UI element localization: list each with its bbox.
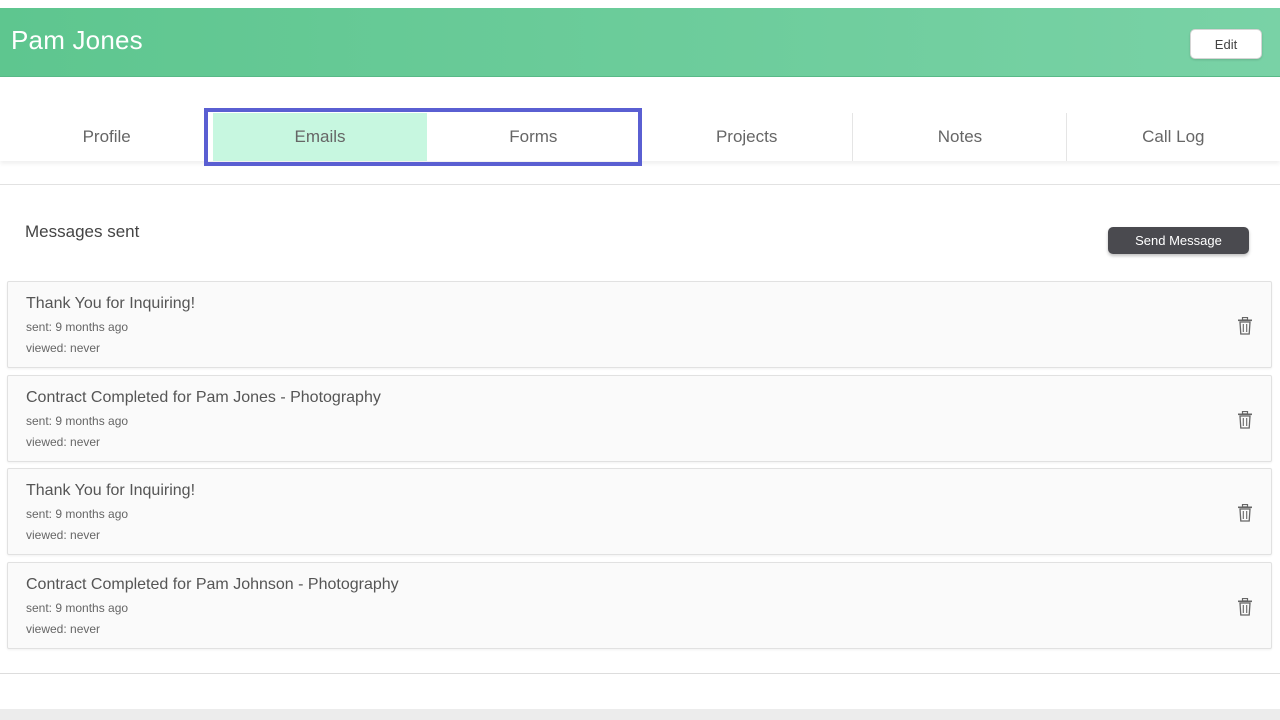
message-list: Thank You for Inquiring! sent: 9 months … [7, 281, 1272, 655]
message-sent-time: sent: 9 months ago [26, 413, 129, 428]
tab-bar: Profile Emails Forms Projects Notes Call… [0, 113, 1280, 161]
edit-button[interactable]: Edit [1190, 29, 1262, 59]
message-sent-time: sent: 9 months ago [26, 600, 129, 615]
message-item[interactable]: Thank You for Inquiring! sent: 9 months … [7, 281, 1272, 368]
message-sent-time: sent: 9 months ago [26, 320, 129, 334]
message-item[interactable]: Thank You for Inquiring! sent: 9 months … [7, 468, 1272, 555]
footer-divider [0, 673, 1280, 674]
tab-notes[interactable]: Notes [853, 113, 1067, 161]
trash-icon[interactable] [1237, 410, 1253, 429]
message-sent-time: sent: 9 months ago [26, 507, 129, 521]
tab-profile[interactable]: Profile [0, 113, 213, 161]
message-viewed-status: viewed: never [26, 434, 101, 449]
message-viewed-status: viewed: never [26, 528, 101, 542]
trash-icon[interactable] [1237, 317, 1253, 335]
message-title: Contract Completed for Pam Johnson - Pho… [26, 575, 399, 593]
trash-icon[interactable] [1237, 597, 1253, 616]
message-viewed-status: viewed: never [26, 621, 101, 636]
tab-emails[interactable]: Emails [213, 113, 427, 161]
trash-icon[interactable] [1237, 504, 1253, 522]
contact-page: Pam Jones Edit Profile Emails Forms Proj… [0, 0, 1280, 720]
tab-projects[interactable]: Projects [640, 113, 854, 161]
tab-call-log[interactable]: Call Log [1067, 113, 1280, 161]
message-title: Thank You for Inquiring! [26, 482, 196, 499]
message-item[interactable]: Contract Completed for Pam Jones - Photo… [7, 374, 1272, 462]
messages-section-title: Messages sent [25, 222, 140, 241]
message-title: Thank You for Inquiring! [26, 295, 196, 312]
message-title: Contract Completed for Pam Jones - Photo… [26, 388, 381, 406]
divider [0, 184, 1280, 185]
message-item[interactable]: Contract Completed for Pam Johnson - Pho… [7, 561, 1272, 649]
message-viewed-status: viewed: never [26, 341, 101, 355]
header-bar: Pam Jones Edit [0, 8, 1280, 77]
footer-bar [0, 709, 1280, 720]
tab-forms[interactable]: Forms [427, 113, 641, 161]
send-message-button[interactable]: Send Message [1108, 227, 1249, 254]
page-title: Pam Jones [11, 25, 143, 55]
